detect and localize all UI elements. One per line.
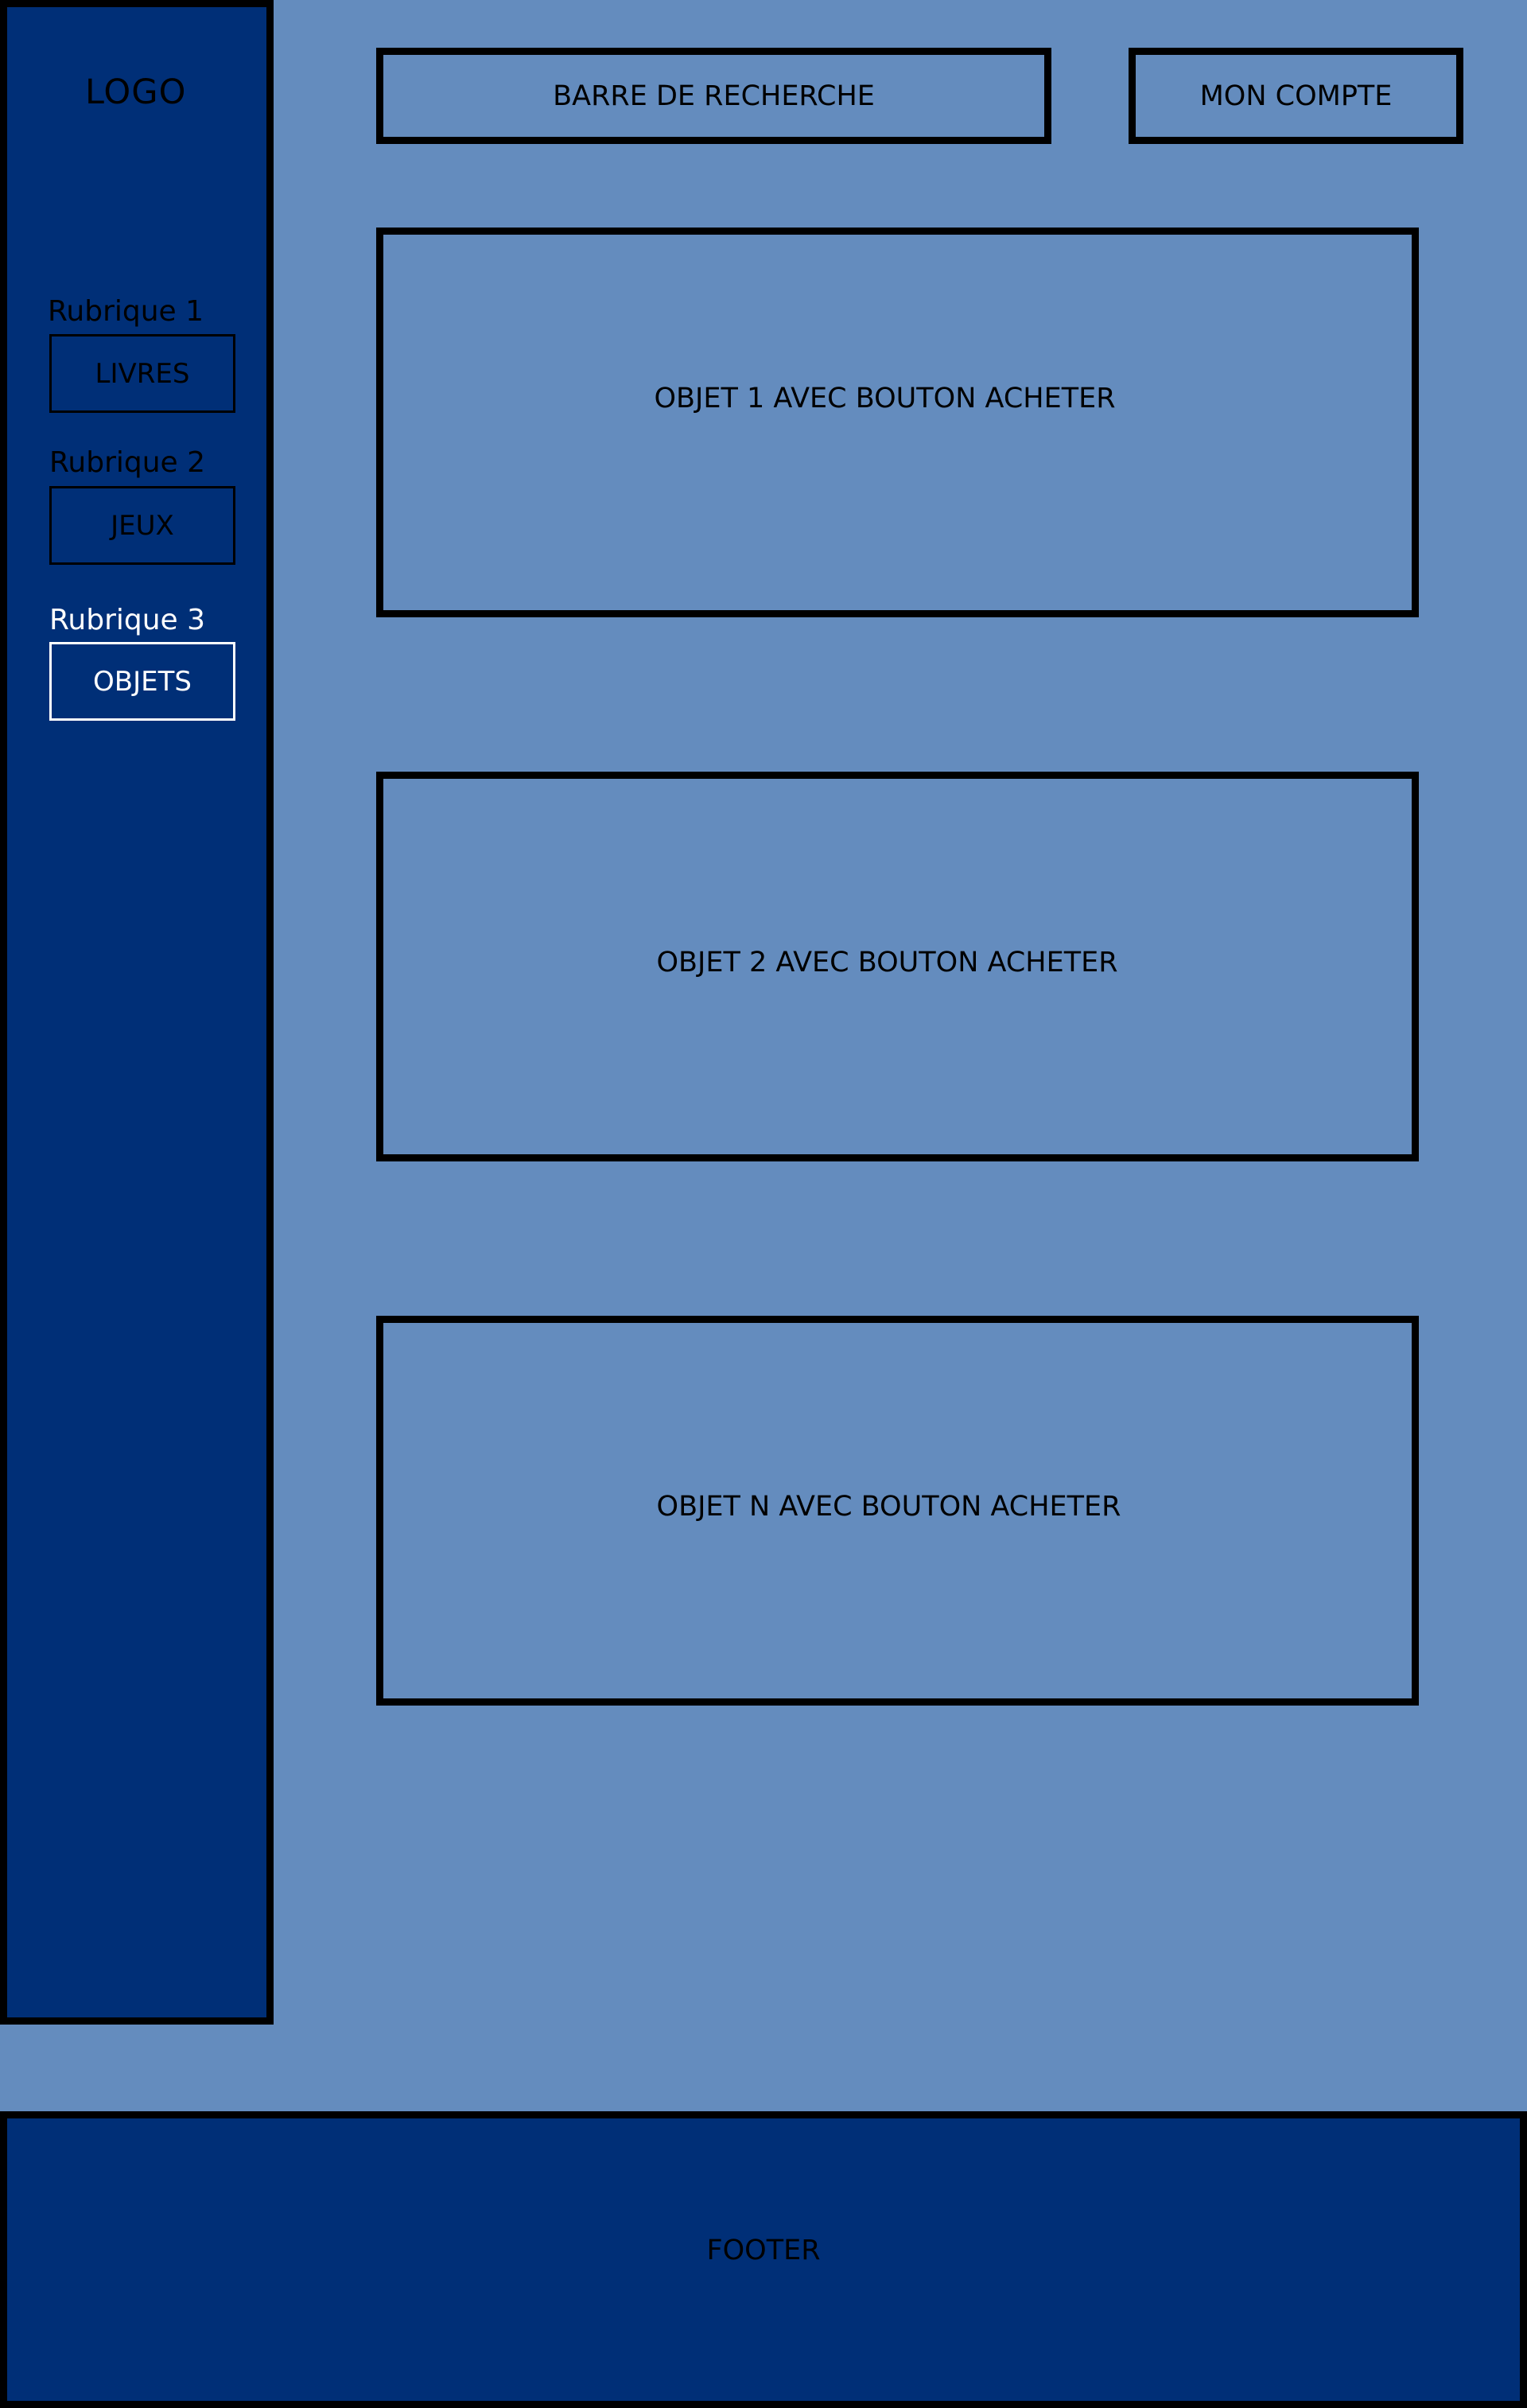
rubric-1-button[interactable]: LIVRES	[49, 334, 235, 413]
rubric-3-label: Rubrique 3	[49, 604, 206, 636]
product-card-n-label: OBJET N AVEC BOUTON ACHETER	[656, 1491, 1121, 1523]
rubric-2-label: Rubrique 2	[49, 446, 206, 479]
product-card-n[interactable]: OBJET N AVEC BOUTON ACHETER	[376, 1316, 1419, 1706]
product-card-1-label: OBJET 1 AVEC BOUTON ACHETER	[654, 383, 1116, 414]
search-bar[interactable]: BARRE DE RECHERCHE	[376, 48, 1051, 144]
rubric-3-button-label: OBJETS	[93, 665, 192, 698]
rubric-1-label: Rubrique 1	[48, 295, 204, 328]
footer: FOOTER	[0, 2111, 1527, 2408]
account-button-label: MON COMPTE	[1199, 80, 1393, 112]
product-card-2[interactable]: OBJET 2 AVEC BOUTON ACHETER	[376, 772, 1419, 1161]
search-bar-label: BARRE DE RECHERCHE	[553, 80, 875, 112]
rubric-2-button-label: JEUX	[111, 509, 174, 542]
account-button[interactable]: MON COMPTE	[1129, 48, 1463, 144]
rubric-1-button-label: LIVRES	[95, 357, 190, 390]
footer-label: FOOTER	[706, 2234, 821, 2266]
product-card-1[interactable]: OBJET 1 AVEC BOUTON ACHETER	[376, 228, 1419, 617]
sidebar: LOGO Rubrique 1 LIVRES Rubrique 2 JEUX R…	[0, 0, 274, 2025]
logo: LOGO	[85, 72, 187, 112]
rubric-3-button[interactable]: OBJETS	[49, 642, 235, 721]
rubric-2-button[interactable]: JEUX	[49, 486, 235, 565]
product-card-2-label: OBJET 2 AVEC BOUTON ACHETER	[656, 947, 1118, 978]
